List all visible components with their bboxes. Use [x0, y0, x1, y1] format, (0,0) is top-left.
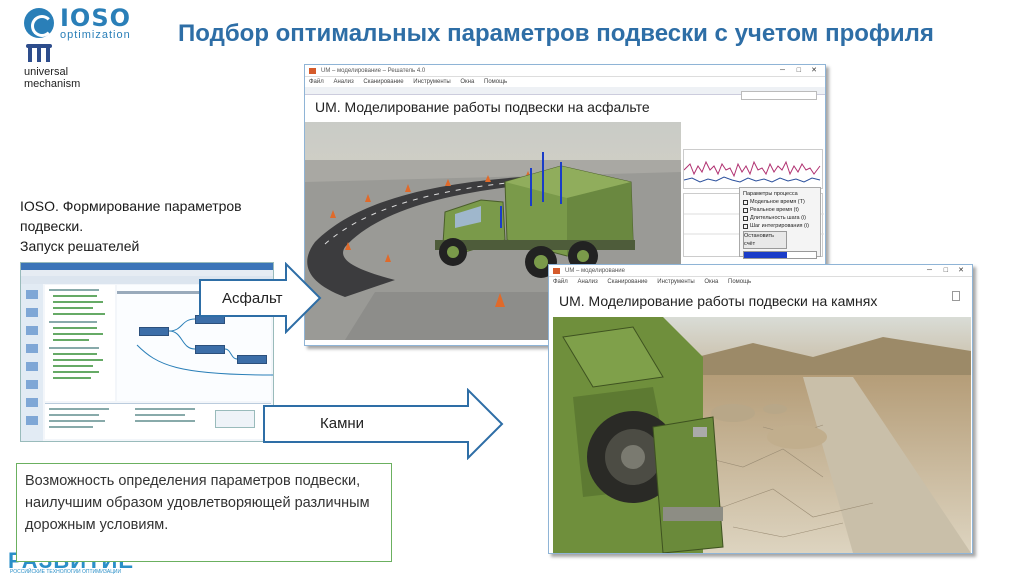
stop-button[interactable]: Остановить счёт	[743, 231, 787, 249]
asphalt-arrow: Асфальт	[198, 262, 324, 334]
um-logo-line2: mechanism	[24, 77, 81, 90]
stones-menubar: Файл Анализ Сканирование Инструменты Окн…	[549, 277, 972, 287]
process-panel-title: Параметры процесса	[743, 191, 798, 197]
maximize-icon[interactable]: □	[797, 65, 801, 77]
stones-titlebar: UM – моделирование ─ □ ✕	[549, 265, 972, 277]
asphalt-arrow-label: Асфальт	[222, 290, 283, 307]
process-item-4[interactable]: Шаг интегрирования (i)	[743, 222, 817, 230]
progress-bar: 60%	[743, 251, 817, 259]
close-icon[interactable]: ✕	[958, 265, 964, 277]
um-logo: universal mechanism	[24, 42, 104, 90]
app-icon	[309, 68, 316, 74]
um-logo-line1: universal	[24, 66, 69, 78]
stones-titlebar-text: UM – моделирование	[565, 268, 625, 274]
stones-arrow-label: Камни	[320, 415, 365, 432]
stones-arrow: Камни	[262, 388, 506, 460]
stones-banner: UM. Моделирование работы подвески на кам…	[559, 293, 878, 309]
conclusion-note: Возможность определения параметров подве…	[16, 463, 392, 562]
stones-scene	[553, 317, 971, 553]
asphalt-menubar: Файл Анализ Сканирование Инструменты Окн…	[305, 77, 825, 87]
process-item-3[interactable]: Длительность шага (i)	[743, 214, 817, 222]
process-panel: Параметры процесса Модельное время (T) Р…	[739, 187, 821, 259]
process-item-3-label: Длительность шага (i)	[750, 215, 807, 221]
menu-file[interactable]: Файл	[309, 79, 324, 85]
ioso-logo: IOSO optimization	[24, 6, 164, 40]
menu-windows[interactable]: Окна	[704, 279, 718, 285]
signal-plot-1	[683, 149, 823, 189]
menu-analysis[interactable]: Анализ	[333, 79, 353, 85]
asphalt-titlebar: UM – моделирование – Решатель 4.0 ─ □ ✕	[305, 65, 825, 77]
maximize-icon[interactable]: □	[944, 265, 948, 277]
menu-windows[interactable]: Окна	[460, 79, 474, 85]
ioso-logo-name: IOSO	[60, 3, 132, 32]
process-item-1[interactable]: Модельное время (T)	[743, 198, 817, 206]
ioso-caption-line2: подвески.	[20, 218, 84, 234]
menu-file[interactable]: Файл	[553, 279, 568, 285]
footer-logo-sub: РОССИЙСКИЕ ТЕХНОЛОГИИ ОПТИМИЗАЦИИ	[10, 569, 122, 575]
page-title: Подбор оптимальных параметров подвески с…	[178, 20, 934, 47]
menu-tools[interactable]: Инструменты	[657, 279, 694, 285]
menu-help[interactable]: Помощь	[484, 79, 507, 85]
ioso-caption: IOSO. Формирование параметров подвески. …	[20, 196, 242, 256]
menu-scan[interactable]: Сканирование	[607, 279, 647, 285]
um-mark-icon	[24, 42, 54, 64]
menu-scan[interactable]: Сканирование	[363, 79, 403, 85]
ioso-caption-line3: Запуск решателей	[20, 238, 140, 254]
menu-help[interactable]: Помощь	[728, 279, 751, 285]
progress-fill	[744, 252, 788, 258]
um-window-stones: UM – моделирование ─ □ ✕ Файл Анализ Ска…	[548, 264, 973, 554]
app-icon	[553, 268, 560, 274]
asphalt-banner: UM. Моделирование работы подвески на асф…	[315, 99, 650, 115]
menu-analysis[interactable]: Анализ	[577, 279, 597, 285]
minimize-icon[interactable]: ─	[927, 265, 932, 277]
close-icon[interactable]: ✕	[811, 65, 817, 77]
menu-tools[interactable]: Инструменты	[413, 79, 450, 85]
ioso-logo-sub: optimization	[60, 28, 131, 41]
process-item-2-label: Реальное время (t)	[750, 207, 799, 213]
asphalt-titlebar-text: UM – моделирование – Решатель 4.0	[321, 68, 426, 74]
ioso-caption-line1: IOSO. Формирование параметров	[20, 198, 242, 214]
process-item-2[interactable]: Реальное время (t)	[743, 206, 817, 214]
minimize-icon[interactable]: ─	[780, 65, 785, 77]
process-item-4-label: Шаг интегрирования (i)	[750, 223, 809, 229]
ioso-mark-icon	[24, 8, 54, 38]
process-item-1-label: Модельное время (T)	[750, 199, 805, 205]
progress-text: 60%	[802, 252, 813, 258]
